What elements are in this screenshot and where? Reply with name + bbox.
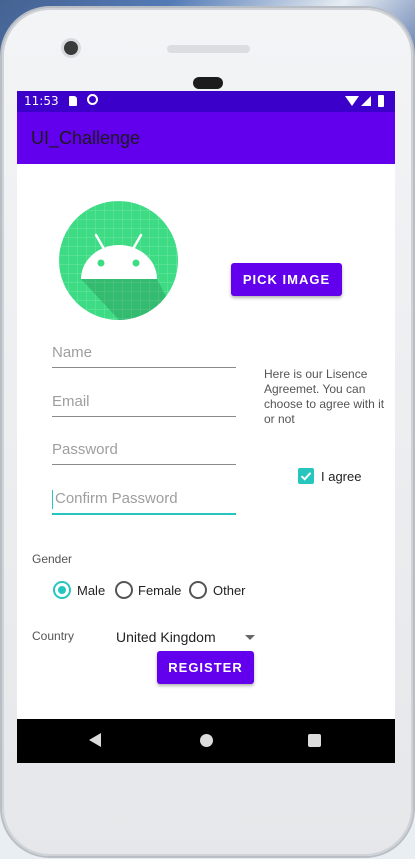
confirm-password-field[interactable]: Confirm Password xyxy=(52,487,236,515)
earpiece-speaker xyxy=(167,45,250,53)
profile-image[interactable] xyxy=(59,201,178,320)
name-field[interactable]: Name xyxy=(52,341,236,368)
confirm-password-placeholder: Confirm Password xyxy=(55,490,178,507)
android-logo-icon xyxy=(59,201,178,320)
navigation-bar xyxy=(17,719,395,763)
battery-icon xyxy=(378,95,384,107)
status-time: 11:53 xyxy=(24,94,59,108)
radio-female[interactable] xyxy=(115,581,133,599)
home-icon[interactable] xyxy=(200,734,213,747)
app-bar: UI_Challenge xyxy=(17,112,395,164)
signal-icon xyxy=(361,96,371,106)
radio-other-label[interactable]: Other xyxy=(213,583,246,598)
country-spinner[interactable]: United Kingdom xyxy=(116,629,216,645)
radio-male[interactable] xyxy=(53,581,71,599)
radio-male-label[interactable]: Male xyxy=(77,583,105,598)
radio-other[interactable] xyxy=(189,581,207,599)
front-camera xyxy=(64,41,78,55)
name-placeholder: Name xyxy=(52,344,93,361)
license-text: Here is our Lisence Agreemet. You can ch… xyxy=(264,367,385,426)
wifi-icon xyxy=(345,96,359,106)
email-placeholder: Email xyxy=(52,393,90,410)
agree-label[interactable]: I agree xyxy=(321,469,361,484)
password-placeholder: Password xyxy=(52,441,118,458)
register-button[interactable]: REGISTER xyxy=(157,651,254,684)
device-screen: 11:53 UI_Challenge PICK IMAGE Name Email… xyxy=(17,91,395,763)
app-title: UI_Challenge xyxy=(31,128,141,148)
checkmark-icon xyxy=(300,472,312,481)
agree-checkbox[interactable] xyxy=(298,468,314,484)
email-field[interactable]: Email xyxy=(52,390,236,417)
password-field[interactable]: Password xyxy=(52,438,236,465)
recents-icon[interactable] xyxy=(308,734,321,747)
status-bar: 11:53 xyxy=(17,91,395,112)
back-icon[interactable] xyxy=(89,733,101,747)
sd-card-icon xyxy=(69,96,77,106)
proximity-sensor xyxy=(193,77,223,89)
sync-icon xyxy=(87,94,98,105)
radio-female-label[interactable]: Female xyxy=(138,583,181,598)
text-cursor xyxy=(52,490,53,509)
country-label: Country xyxy=(32,629,75,643)
pick-image-button[interactable]: PICK IMAGE xyxy=(231,263,342,296)
gender-label: Gender xyxy=(32,552,73,566)
dropdown-arrow-icon[interactable] xyxy=(245,635,255,640)
